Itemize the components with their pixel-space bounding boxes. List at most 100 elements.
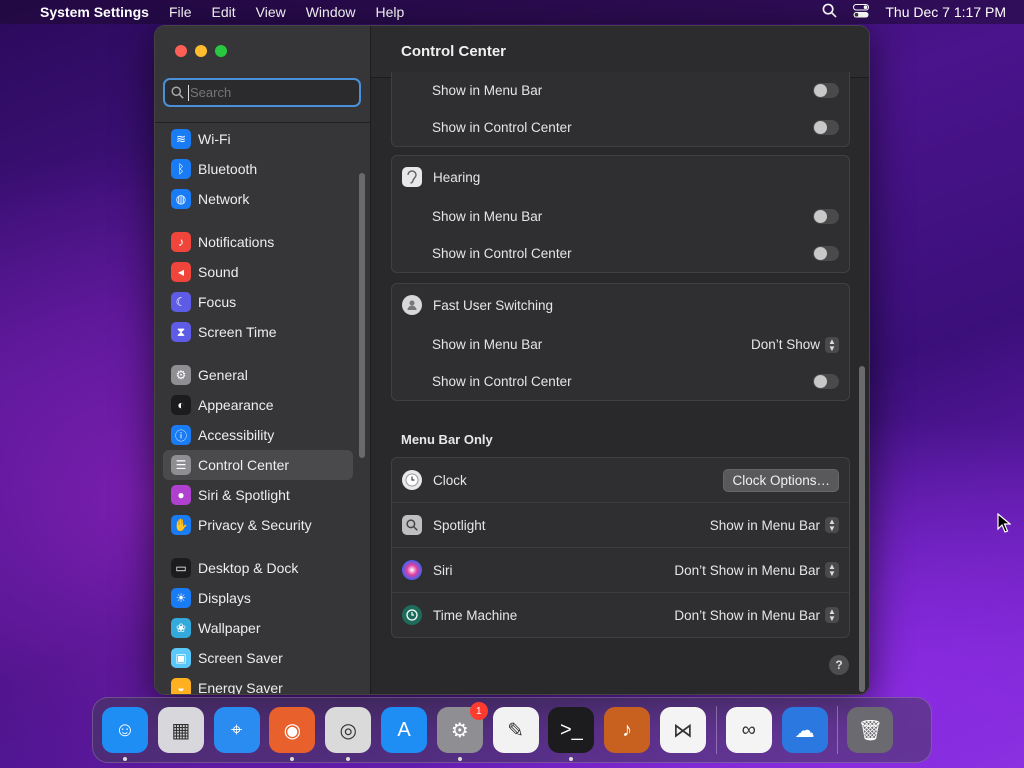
dock-glyph: ☁: [794, 719, 815, 742]
dock-firefox-icon[interactable]: ◉: [269, 707, 316, 761]
dock-trash-icon[interactable]: 🗑: [847, 707, 894, 753]
dock-garageband-icon[interactable]: ♪: [604, 707, 651, 753]
sidebar-item-general[interactable]: ⚙ General: [163, 360, 353, 390]
menu-file[interactable]: File: [159, 4, 202, 20]
main-scrollbar[interactable]: [859, 366, 865, 692]
close-button[interactable]: [175, 45, 187, 57]
page-title: Control Center: [401, 43, 506, 60]
zoom-button[interactable]: [215, 45, 227, 57]
sidebar-item-wallpaper[interactable]: ❀ Wallpaper: [163, 613, 353, 643]
app-menu[interactable]: System Settings: [30, 4, 159, 20]
wifi-icon: ≋: [171, 129, 191, 149]
dock-chrome-icon[interactable]: ◎: [325, 707, 372, 761]
row-label: Show in Menu Bar: [432, 337, 543, 352]
sidebar-item-label: Notifications: [198, 234, 275, 250]
gear-icon: ⚙: [171, 365, 191, 385]
sidebar-item-network[interactable]: ◍ Network: [163, 184, 353, 214]
section-title: Fast User Switching: [433, 297, 554, 313]
siri-icon: ●: [171, 485, 191, 505]
popup-button[interactable]: Don’t Show in Menu Bar ▲ ▼: [674, 562, 839, 578]
dock-visual-studio-icon[interactable]: ∞: [725, 707, 772, 753]
dock-glyph: ☺: [114, 718, 136, 741]
dock-finder-icon[interactable]: ☺: [102, 707, 148, 761]
sidebar-item-screen-time[interactable]: ⧗ Screen Time: [163, 317, 353, 347]
spotlight-search-icon[interactable]: [822, 3, 838, 21]
popup-button[interactable]: Don’t Show in Menu Bar ▲ ▼: [674, 607, 839, 623]
sidebar-item-privacy-security[interactable]: ✋ Privacy & Security: [163, 510, 353, 540]
clock-options-button[interactable]: Clock Options…: [723, 468, 839, 492]
sidebar-item-sound[interactable]: ◂ Sound: [163, 257, 353, 287]
popup-button[interactable]: Show in Menu Bar ▲ ▼: [710, 517, 839, 533]
menu-bar: System Settings File Edit View Window He…: [0, 0, 1024, 24]
dock-weather-icon[interactable]: ☁: [781, 707, 828, 753]
menu-bar-only-card: Clock Clock Options… Spotlight Show in M…: [391, 457, 850, 638]
accessibility-shortcuts-card: Show in Menu Bar Show in Control Center: [391, 72, 850, 147]
popup-button[interactable]: Don’t Show ▲ ▼: [751, 336, 839, 353]
menu-view[interactable]: View: [246, 4, 296, 20]
sidebar-item-label: Energy Saver: [198, 680, 283, 695]
bulb-icon: ◒: [171, 678, 191, 694]
dock-glyph: ∞: [741, 718, 756, 741]
sidebar-scrollbar[interactable]: [359, 173, 365, 458]
row-label: Siri: [433, 562, 453, 578]
toggle-switch[interactable]: [813, 120, 839, 135]
sidebar-item-notifications[interactable]: ♪ Notifications: [163, 227, 353, 257]
sidebar-item-label: Wi-Fi: [198, 131, 231, 147]
globe-icon: ◍: [171, 189, 191, 209]
sidebar-list: ≋ Wi-Fi ᛒ Bluetooth ◍ Network ♪ Notifications ◂ S…: [163, 124, 353, 695]
spotlight-row: Spotlight Show in Menu Bar ▲ ▼: [392, 502, 849, 547]
moon-icon: ☾: [171, 292, 191, 312]
sidebar-item-label: Screen Saver: [198, 650, 283, 666]
sidebar-item-control-center[interactable]: ☰ Control Center: [163, 450, 353, 480]
dock-glyph: >_: [559, 718, 583, 741]
dock-terminal-icon[interactable]: >_: [548, 707, 595, 761]
dock-glyph: ♪: [622, 718, 633, 741]
menu-edit[interactable]: Edit: [202, 4, 246, 20]
sidebar-item-focus[interactable]: ☾ Focus: [163, 287, 353, 317]
toggle-switch[interactable]: [813, 83, 839, 98]
sidebar-item-accessibility[interactable]: ⓘ Accessibility: [163, 420, 353, 450]
text-caret: [188, 84, 189, 101]
user-icon: [402, 295, 422, 315]
toggle-switch[interactable]: [813, 374, 839, 389]
sidebar-item-label: Screen Time: [198, 324, 277, 340]
dock-launchpad-icon[interactable]: ▦: [157, 707, 204, 753]
dock-safari-icon[interactable]: ⌖: [213, 707, 260, 753]
sidebar-item-siri-spotlight[interactable]: ● Siri & Spotlight: [163, 480, 353, 510]
sidebar-item-label: Privacy & Security: [198, 517, 312, 533]
sidebar-item-label: Siri & Spotlight: [198, 487, 290, 503]
toggle-switch[interactable]: [813, 209, 839, 224]
help-button[interactable]: ?: [829, 655, 849, 675]
toggle-switch[interactable]: [813, 246, 839, 261]
running-indicator: [290, 757, 295, 761]
search-icon: [171, 86, 184, 99]
search-input[interactable]: [190, 85, 340, 100]
search-field[interactable]: [163, 78, 361, 107]
time-machine-row: Time Machine Don’t Show in Menu Bar ▲ ▼: [392, 592, 849, 637]
accessibility-icon: ⓘ: [171, 425, 191, 445]
sidebar-item-wi-fi[interactable]: ≋ Wi-Fi: [163, 124, 353, 154]
dock-app-store-icon[interactable]: A: [380, 707, 427, 753]
sidebar-item-appearance[interactable]: ◐ Appearance: [163, 390, 353, 420]
row-label: Show in Menu Bar: [432, 83, 543, 98]
menu-clock[interactable]: Thu Dec 7 1:17 PM: [885, 4, 1006, 20]
menu-help[interactable]: Help: [366, 4, 415, 20]
sidebar-item-screen-saver[interactable]: ▣ Screen Saver: [163, 643, 353, 673]
sidebar-item-displays[interactable]: ☀ Displays: [163, 583, 353, 613]
minimize-button[interactable]: [195, 45, 207, 57]
dock-vscode-icon[interactable]: ⋈: [659, 707, 706, 753]
bell-icon: ♪: [171, 232, 191, 252]
clock-row: Clock Clock Options…: [392, 458, 849, 502]
sidebar-item-energy-saver[interactable]: ◒ Energy Saver: [163, 673, 353, 695]
settings-window: ≋ Wi-Fi ᛒ Bluetooth ◍ Network ♪ Notifications ◂ S…: [154, 25, 870, 695]
sidebar-item-bluetooth[interactable]: ᛒ Bluetooth: [163, 154, 353, 184]
sidebar-divider: [155, 122, 371, 123]
sidebar-item-desktop-dock[interactable]: ▭ Desktop & Dock: [163, 553, 353, 583]
dock-textedit-icon[interactable]: ✎: [492, 707, 539, 753]
dock-system-settings-icon[interactable]: ⚙ 1: [436, 702, 488, 761]
popup-value: Don’t Show in Menu Bar: [674, 562, 820, 578]
dock-glyph: A: [397, 718, 411, 741]
control-center-menu-icon[interactable]: [853, 3, 870, 21]
menu-window[interactable]: Window: [296, 4, 366, 20]
